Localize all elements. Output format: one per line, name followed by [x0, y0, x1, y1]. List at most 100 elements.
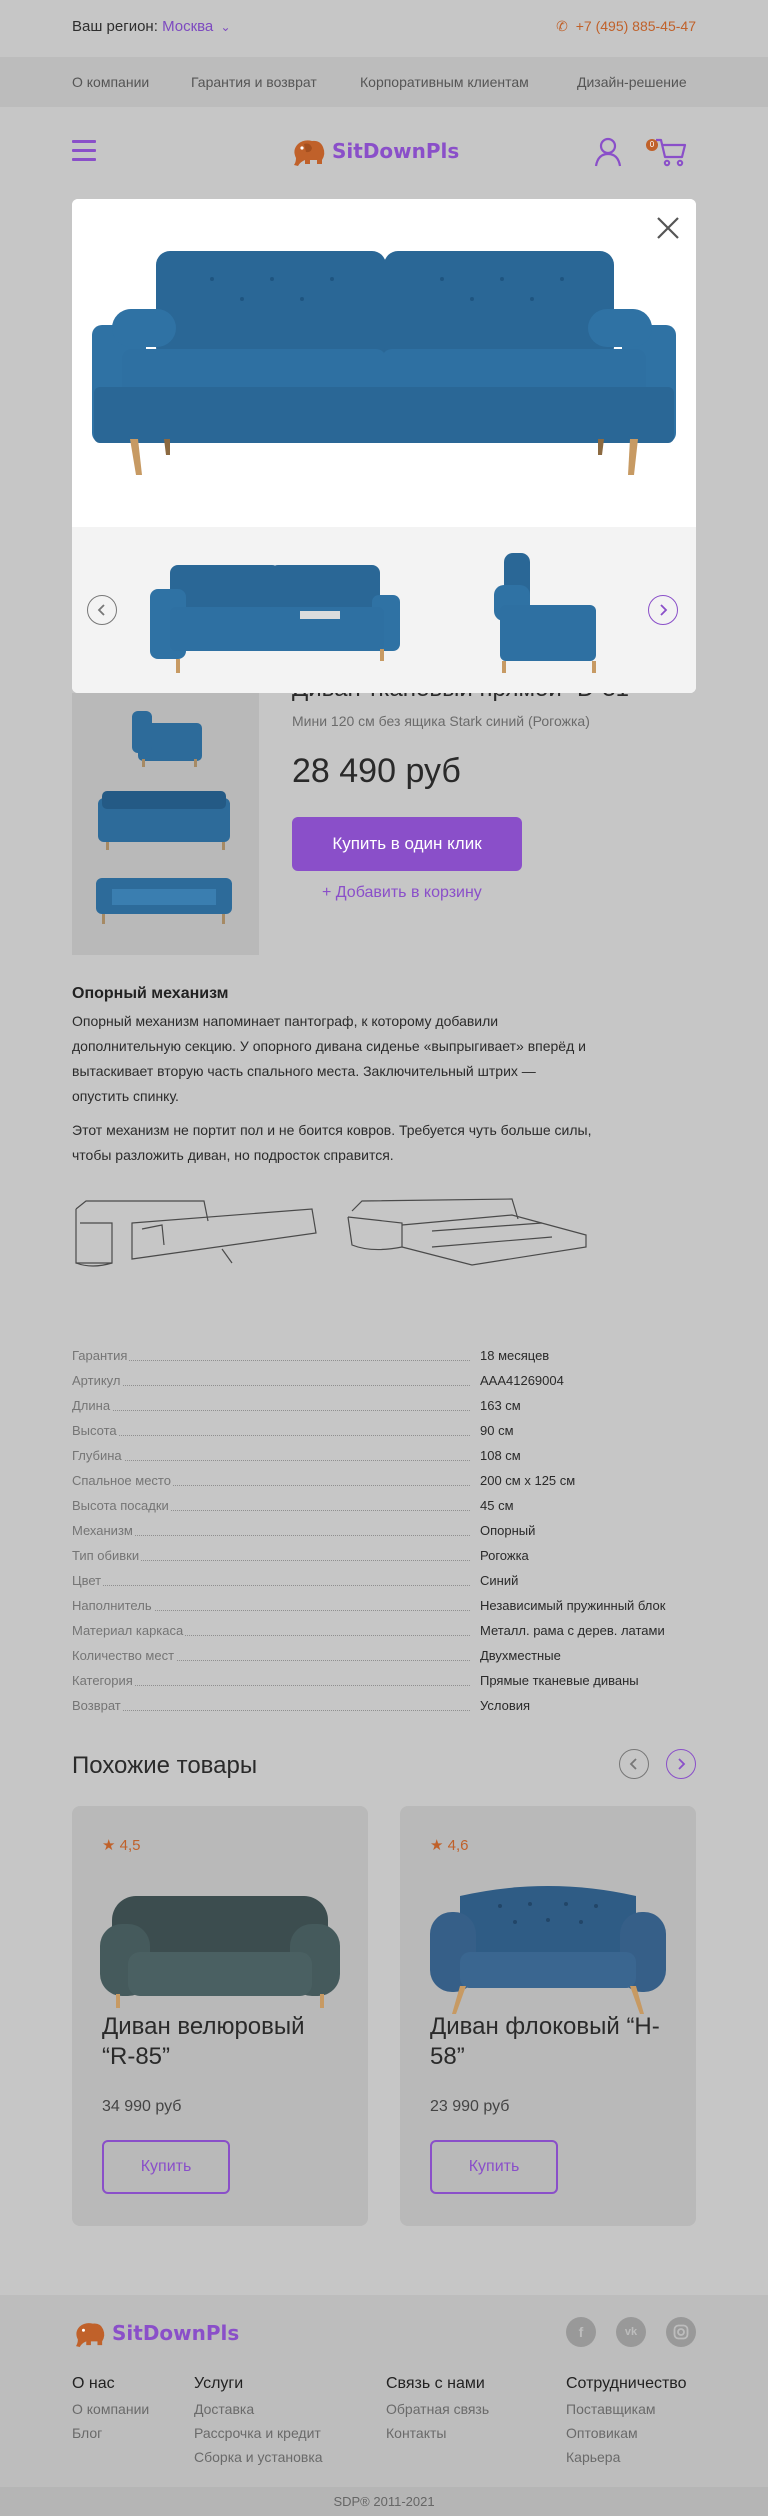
spec-row: Спальное место 200 см х 125 см [72, 1468, 696, 1493]
similar-prev-button[interactable] [619, 1749, 649, 1779]
spec-value: AAA41269004 [480, 1373, 564, 1388]
footer-link[interactable]: Карьера [566, 2445, 687, 2469]
spec-value: 18 месяцев [480, 1348, 550, 1363]
nav-about[interactable]: О компании [72, 74, 149, 90]
gallery-next-button[interactable] [648, 595, 678, 625]
card-name: Диван велюровый “R-85” [102, 2013, 305, 2070]
gallery-thumb-sofa-angle[interactable] [150, 545, 410, 675]
gallery-prev-button[interactable] [87, 595, 117, 625]
thumb-sofa-open [96, 878, 232, 924]
chevron-left-icon [97, 604, 105, 616]
user-icon[interactable] [594, 137, 622, 167]
spec-value: Двухместные [480, 1648, 561, 1663]
facebook-icon[interactable]: f [566, 2317, 596, 2347]
site-footer: SitDownPls f vk О нас О компании Блог Ус… [0, 2295, 768, 2516]
gallery-thumbs-strip [72, 527, 696, 693]
spec-key: Возврат [72, 1698, 123, 1713]
card-buy-button[interactable]: Купить [102, 2140, 230, 2194]
footer-col-title: Сотрудничество [566, 2375, 687, 2392]
spec-row: Механизм Опорный [72, 1518, 696, 1543]
spec-value: Прямые тканевые диваны [480, 1673, 639, 1688]
gallery-thumb-sofa-side[interactable] [474, 545, 614, 675]
region-selector[interactable]: Ваш регион: Москва ⌄ [72, 18, 231, 35]
footer-link[interactable]: Обратная связь [386, 2397, 489, 2421]
nav-corporate[interactable]: Корпоративным клиентам [360, 74, 529, 90]
footer-col-about: О нас О компании Блог [72, 2375, 149, 2445]
elephant-icon [76, 2323, 105, 2347]
menu-icon[interactable] [72, 140, 96, 162]
card-rating: ★ 4,6 [430, 1836, 468, 1854]
spec-row: Цвет Синий [72, 1568, 696, 1593]
cart-button[interactable]: 0 [646, 137, 688, 172]
spec-row: Гарантия 18 месяцев [72, 1343, 696, 1368]
nav-design[interactable]: Дизайн-решение [577, 74, 687, 90]
footer-link[interactable]: Поставщикам [566, 2397, 687, 2421]
main-nav: О компании Гарантия и возврат Корпоратив… [0, 57, 768, 107]
logo[interactable]: SitDownPls [290, 135, 459, 167]
top-bar: Ваш регион: Москва ⌄ ✆ +7 (495) 885-45-4… [0, 0, 768, 57]
spec-row: Возврат Условия [72, 1693, 696, 1718]
footer-link[interactable]: Контакты [386, 2421, 489, 2445]
spec-key: Механизм [72, 1523, 135, 1538]
main-product-image [72, 199, 696, 527]
card-image [100, 1896, 340, 2008]
spec-value: 45 см [480, 1498, 514, 1513]
spec-value: 163 см [480, 1398, 521, 1413]
star-icon: ★ [430, 1837, 444, 1854]
footer-link[interactable]: Блог [72, 2421, 149, 2445]
card-buy-button[interactable]: Купить [430, 2140, 558, 2194]
spec-key: Гарантия [72, 1348, 130, 1363]
card-image [430, 1886, 666, 2014]
region-city[interactable]: Москва [162, 18, 213, 35]
chevron-right-icon [660, 604, 668, 616]
product-card[interactable]: ★ 4,5 Диван велюровый “R-85” 34 990 руб … [72, 1806, 368, 2226]
footer-logo-text: SitDownPls [112, 2321, 240, 2345]
instagram-icon[interactable] [666, 2317, 696, 2347]
footer-logo[interactable]: SitDownPls [72, 2319, 239, 2347]
spec-value[interactable]: Условия [480, 1698, 530, 1713]
spec-key: Цвет [72, 1573, 104, 1588]
spec-value: 200 см х 125 см [480, 1473, 576, 1488]
footer-link[interactable]: О компании [72, 2397, 149, 2421]
buy-one-click-button[interactable]: Купить в один клик [292, 817, 522, 871]
spec-key: Наполнитель [72, 1598, 154, 1613]
card-price: 23 990 руб [430, 2098, 510, 2115]
spec-key: Артикул [72, 1373, 123, 1388]
thumbnails-image [96, 711, 232, 924]
cart-icon [656, 138, 687, 167]
mechanism-paragraph-1: Опорный механизм напоминает пантограф, к… [72, 1013, 586, 1104]
chevron-left-icon [629, 1758, 637, 1770]
vk-icon[interactable]: vk [616, 2317, 646, 2347]
spec-row: Высота посадки 45 см [72, 1493, 696, 1518]
footer-link[interactable]: Сборка и установка [194, 2445, 323, 2469]
mechanism-paragraph-2: Этот механизм не портит пол и не боится … [72, 1122, 592, 1163]
instagram-glyph [673, 2324, 689, 2340]
footer-link[interactable]: Оптовикам [566, 2421, 687, 2445]
cart-count: 0 [646, 139, 658, 151]
spec-row: Материал каркаса Металл. рама с дерев. ла… [72, 1618, 696, 1643]
star-icon: ★ [102, 1837, 116, 1854]
footer-col-services: Услуги Доставка Рассрочка и кредит Сборк… [194, 2375, 323, 2469]
product-price: 28 490 руб [292, 752, 461, 790]
spec-value: Синий [480, 1573, 519, 1588]
product-subtitle: Мини 120 см без ящика Stark синий (Рогож… [292, 713, 590, 729]
chevron-right-icon [678, 1758, 686, 1770]
product-card[interactable]: ★ 4,6 Диван флоковый “H-58” 23 990 руб К… [400, 1806, 696, 2226]
spec-row: Длина 163 см [72, 1393, 696, 1418]
phone-number: +7 (495) 885-45-47 [575, 18, 696, 34]
footer-link[interactable]: Рассрочка и кредит [194, 2421, 323, 2445]
spec-row: Высота 90 см [72, 1418, 696, 1443]
thumb-sofa-top [98, 791, 230, 850]
add-to-cart-link[interactable]: + Добавить в корзину [322, 884, 482, 902]
nav-warranty[interactable]: Гарантия и возврат [191, 74, 317, 90]
close-icon[interactable] [654, 214, 682, 242]
footer-link[interactable]: Доставка [194, 2397, 323, 2421]
spec-key: Высота [72, 1423, 119, 1438]
phone-icon: ✆ [556, 18, 568, 34]
phone-link[interactable]: ✆ +7 (495) 885-45-47 [556, 18, 696, 35]
logo-text: SitDownPls [332, 139, 460, 163]
site-header: SitDownPls 0 [0, 107, 768, 197]
similar-next-button[interactable] [666, 1749, 696, 1779]
spec-row: Наполнитель Независимый пружинный блок [72, 1593, 696, 1618]
mechanism-title: Опорный механизм [72, 985, 229, 1002]
